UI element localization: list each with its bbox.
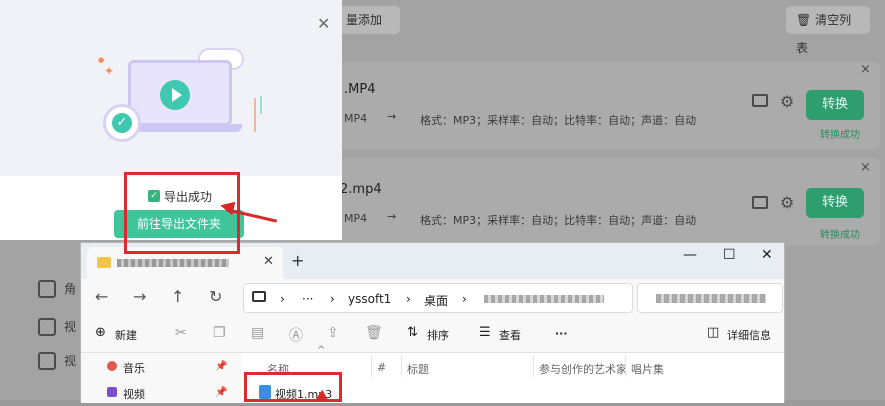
- more-button[interactable]: ···: [555, 327, 568, 340]
- sort-icon: ⇅: [407, 325, 418, 340]
- close-icon[interactable]: ×: [860, 62, 871, 77]
- address-bar-row: ← → ↑ ↻ › ··· › yssoft1 › 桌面 ›: [81, 279, 784, 319]
- view-icon: ☰: [479, 325, 491, 340]
- chevron-right-icon: ›: [330, 292, 335, 306]
- nav-item-music[interactable]: 音乐: [123, 360, 145, 376]
- search-blurred: [656, 294, 766, 303]
- close-icon[interactable]: ✕: [317, 14, 330, 33]
- sidebar-icon[interactable]: [38, 280, 56, 298]
- column-header-title[interactable]: 标题: [407, 361, 429, 377]
- tab-title-blurred: [117, 259, 229, 267]
- video-icon: [107, 387, 117, 397]
- arrow-right-icon: →: [387, 110, 397, 123]
- chevron-right-icon: ›: [406, 292, 411, 306]
- monitor-icon: [252, 291, 266, 302]
- minimize-icon[interactable]: —: [683, 247, 697, 263]
- new-icon: ⊕: [95, 325, 106, 340]
- view-button[interactable]: 查看: [499, 327, 521, 343]
- navigation-pane: 音乐 📌 视频 📌: [81, 353, 241, 403]
- column-divider: [533, 355, 534, 377]
- sort-button[interactable]: 排序: [427, 327, 449, 343]
- target-format: 格式：MP3；采样率：自动；比特率：自动；声道：自动: [420, 214, 697, 227]
- column-divider: [625, 355, 626, 377]
- sidebar-label: 视: [64, 354, 77, 368]
- up-icon[interactable]: ↑: [171, 287, 184, 306]
- file-name: 2.mp4: [340, 182, 382, 197]
- folder-icon[interactable]: [752, 94, 768, 107]
- search-input[interactable]: [637, 283, 783, 313]
- arrow-right-icon: →: [387, 210, 397, 223]
- music-icon: [107, 361, 117, 371]
- check-icon: ✓: [112, 113, 132, 133]
- back-icon[interactable]: ←: [95, 287, 108, 306]
- close-tab-icon[interactable]: ✕: [263, 254, 274, 269]
- column-header-number[interactable]: #: [377, 361, 386, 374]
- cut-icon[interactable]: ✂: [175, 325, 187, 341]
- gear-icon[interactable]: ⚙: [780, 193, 794, 212]
- window-close-icon[interactable]: ✕: [761, 247, 773, 263]
- share-icon[interactable]: ⇪: [327, 325, 339, 341]
- folder-icon[interactable]: [752, 196, 768, 209]
- address-segment[interactable]: 桌面: [424, 292, 448, 309]
- convert-button[interactable]: 转换: [806, 90, 864, 120]
- gear-icon[interactable]: ⚙: [780, 92, 794, 111]
- refresh-icon[interactable]: ↻: [209, 287, 222, 306]
- sparkle-icon: ✦: [104, 64, 115, 78]
- address-more[interactable]: ···: [302, 292, 313, 306]
- new-button[interactable]: 新建: [115, 327, 137, 343]
- file-name: .MP4: [344, 82, 376, 97]
- sidebar-icon[interactable]: [38, 318, 56, 336]
- chevron-right-icon: ›: [280, 292, 285, 306]
- address-blurred: [484, 295, 604, 303]
- sidebar-label: 角: [64, 282, 77, 296]
- details-pane-icon: ◫: [707, 325, 720, 340]
- chevron-right-icon: ›: [462, 292, 467, 306]
- maximize-icon[interactable]: ☐: [723, 247, 736, 263]
- address-segment[interactable]: yssoft1: [348, 292, 391, 306]
- close-icon[interactable]: ×: [860, 160, 871, 175]
- decor-line: [260, 96, 262, 114]
- play-triangle: [172, 88, 182, 102]
- copy-icon[interactable]: ❐: [213, 325, 226, 341]
- trash-icon: 🗑: [796, 13, 812, 27]
- source-format: MP4: [344, 112, 368, 125]
- explorer-body: 音乐 📌 视频 📌 ^ 名称 # 标题 参与创作的艺术家 唱片集 视频1.mp3: [81, 345, 784, 403]
- explorer-toolbar: ⊕ 新建 ✂ ❐ ▤ Ⓐ ⇪ 🗑 ⇅ 排序 ☰ 查看 ··· ◫ 详细信息: [81, 319, 784, 353]
- pin-icon[interactable]: 📌: [215, 387, 227, 398]
- column-divider: [371, 355, 372, 377]
- folder-icon: [97, 257, 111, 268]
- details-button[interactable]: 详细信息: [727, 327, 771, 343]
- clear-list-button[interactable]: 🗑 清空列表: [786, 6, 870, 55]
- column-header-album[interactable]: 唱片集: [631, 361, 664, 377]
- status-text: 转换成功: [820, 230, 860, 241]
- address-input[interactable]: › ··· › yssoft1 › 桌面 ›: [243, 283, 633, 313]
- forward-icon[interactable]: →: [133, 287, 146, 306]
- source-format: MP4: [344, 212, 368, 225]
- decor-line: [254, 98, 256, 132]
- sort-up-icon: ^: [317, 345, 326, 356]
- column-divider: [401, 355, 402, 377]
- new-tab-button[interactable]: +: [291, 251, 304, 270]
- target-format: 格式：MP3；采样率：自动；比特率：自动；声道：自动: [420, 114, 697, 127]
- rename-icon[interactable]: Ⓐ: [289, 325, 303, 345]
- convert-button[interactable]: 转换: [806, 188, 864, 218]
- file-explorer-window: ✕ + — ☐ ✕ ← → ↑ ↻ › ··· › yssoft1 › 桌面 ›…: [80, 242, 785, 403]
- annotation-box: [244, 372, 342, 402]
- pin-icon[interactable]: 📌: [215, 361, 227, 372]
- status-text: 转换成功: [820, 130, 860, 141]
- sidebar-icon[interactable]: [38, 352, 56, 370]
- sidebar-label: 视: [64, 320, 77, 334]
- paste-icon[interactable]: ▤: [251, 325, 264, 341]
- sparkle-icon: ●: [98, 56, 105, 64]
- delete-icon[interactable]: 🗑: [365, 325, 383, 341]
- column-header-artist[interactable]: 参与创作的艺术家: [539, 361, 627, 377]
